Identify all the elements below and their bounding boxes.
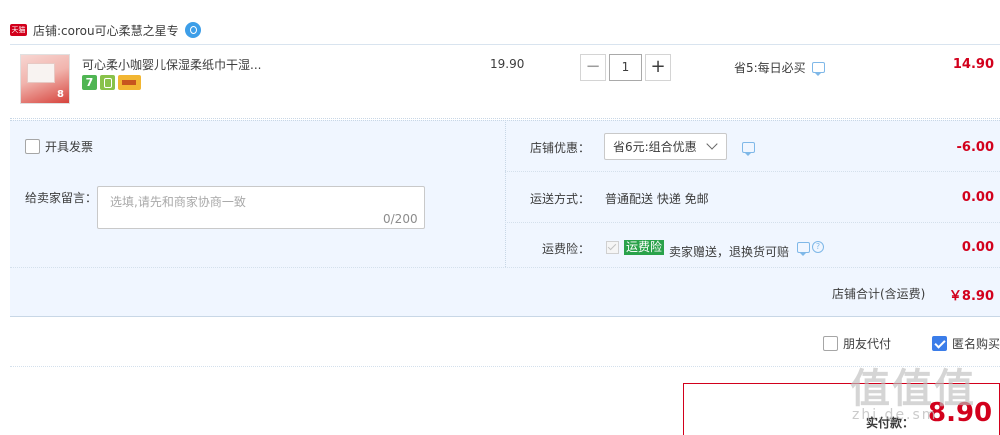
shop-promo-selected: 省6元:组合优惠 bbox=[613, 140, 697, 154]
tmall-logo-icon: 天猫 bbox=[10, 24, 27, 36]
service-icons: 7 bbox=[82, 75, 141, 90]
qty-minus-button[interactable]: − bbox=[580, 54, 606, 81]
product-thumbnail[interactable] bbox=[20, 54, 70, 104]
insurance-checkbox bbox=[606, 241, 619, 254]
invoice-option[interactable]: 开具发票 bbox=[25, 138, 93, 155]
guarantee-icon[interactable] bbox=[100, 75, 115, 90]
shop-name-link[interactable]: corou可心柔慧之星专 bbox=[61, 22, 179, 39]
message-icon[interactable] bbox=[797, 241, 810, 256]
wangwang-chat-icon[interactable] bbox=[184, 22, 201, 38]
panel-divider bbox=[505, 122, 506, 267]
insurance-amount: 0.00 bbox=[961, 240, 994, 255]
unit-price: 19.90 bbox=[490, 57, 525, 71]
shop-header: 天猫 店铺: corou可心柔慧之星专 bbox=[10, 18, 201, 42]
shop-promo-select[interactable]: 省6元:组合优惠 bbox=[604, 133, 727, 160]
qty-input[interactable]: 1 bbox=[609, 54, 642, 81]
insurance-description: 卖家赠送，退换货可赔 bbox=[669, 245, 790, 259]
shipping-amount: 0.00 bbox=[961, 190, 994, 205]
subtotal-label: 店铺合计(含运费) bbox=[832, 287, 926, 301]
seven-day-return-icon[interactable]: 7 bbox=[82, 75, 97, 90]
friend-pay-checkbox[interactable] bbox=[823, 336, 838, 351]
anonymous-buy-label: 匿名购买 bbox=[952, 337, 1000, 351]
message-icon[interactable] bbox=[811, 62, 825, 76]
message-char-counter: 0/200 bbox=[383, 212, 418, 226]
friend-pay-option[interactable]: 朋友代付 bbox=[823, 335, 891, 352]
shop-prefix: 店铺: bbox=[33, 23, 62, 38]
message-label: 给卖家留言： bbox=[25, 191, 98, 205]
credit-card-icon[interactable] bbox=[118, 75, 141, 90]
shipping-method: 普通配送 快递 免邮 bbox=[605, 192, 709, 206]
row-separator bbox=[505, 222, 1000, 223]
item-promo-text: 省5:每日必买 bbox=[734, 61, 806, 75]
shipping-label: 运送方式： bbox=[530, 192, 591, 206]
friend-pay-label: 朋友代付 bbox=[843, 337, 892, 351]
invoice-label: 开具发票 bbox=[45, 140, 94, 154]
quantity-stepper: − 1 + bbox=[580, 54, 671, 81]
qty-plus-button[interactable]: + bbox=[645, 54, 671, 81]
row-separator bbox=[505, 171, 1000, 172]
message-icon[interactable] bbox=[742, 142, 755, 156]
subtotal-value: ￥8.90 bbox=[948, 289, 994, 304]
insurance-icons: ? bbox=[797, 241, 824, 256]
anonymous-buy-checkbox[interactable] bbox=[932, 336, 947, 351]
shop-promo-value: -6.00 bbox=[956, 140, 994, 155]
anonymous-buy-option[interactable]: 匿名购买 bbox=[932, 335, 1000, 352]
watermark: 值值值 bbox=[850, 366, 976, 412]
insurance-label: 运费险： bbox=[542, 242, 591, 256]
help-icon[interactable]: ? bbox=[812, 241, 824, 253]
invoice-checkbox[interactable] bbox=[25, 139, 40, 154]
chevron-down-icon bbox=[706, 138, 718, 150]
item-promo: 省5:每日必买 bbox=[734, 59, 825, 76]
item-title-link[interactable]: 可心柔小咖婴儿保湿柔纸巾干湿... bbox=[82, 56, 261, 73]
message-placeholder: 选填,请先和商家协商一致 bbox=[110, 195, 246, 209]
item-total-price: 14.90 bbox=[952, 57, 994, 72]
insurance-tag: 运费险 bbox=[624, 240, 665, 255]
shop-promo-label: 店铺优惠： bbox=[530, 141, 591, 155]
watermark-sub: zhi.de.sm bbox=[852, 407, 938, 423]
